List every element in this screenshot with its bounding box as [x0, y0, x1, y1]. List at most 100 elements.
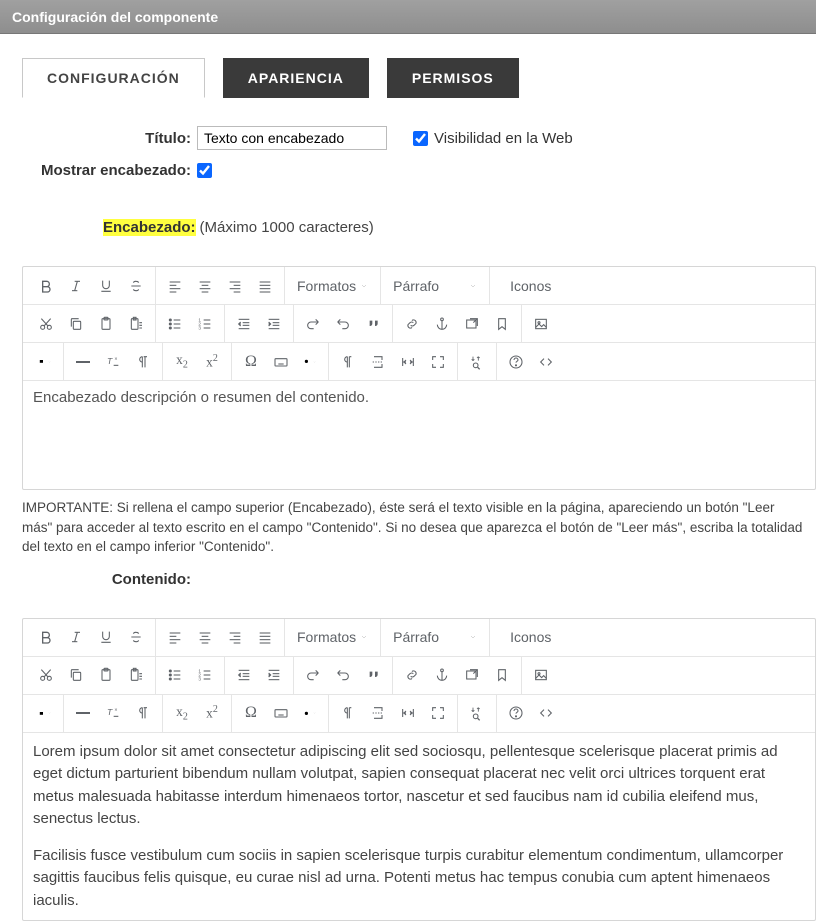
italic-icon[interactable]: [61, 622, 91, 652]
image-icon[interactable]: [526, 660, 556, 690]
special-char-icon[interactable]: Ω: [236, 698, 266, 728]
help-icon[interactable]: [501, 347, 531, 377]
ul-icon[interactable]: [160, 660, 190, 690]
redo-icon[interactable]: [298, 660, 328, 690]
blockquote-icon[interactable]: [358, 309, 388, 339]
svg-text:T: T: [107, 707, 113, 717]
keyboard-icon[interactable]: [266, 347, 296, 377]
bold-icon[interactable]: [31, 271, 61, 301]
formats-dropdown[interactable]: Formatos: [289, 622, 376, 652]
header-editor-body[interactable]: Encabezado descripción o resumen del con…: [23, 381, 815, 489]
outdent-icon[interactable]: [229, 309, 259, 339]
paste-text-icon[interactable]: [121, 309, 151, 339]
paste-icon[interactable]: [91, 660, 121, 690]
icons-dropdown[interactable]: Iconos: [494, 271, 559, 301]
fullscreen-icon[interactable]: [423, 347, 453, 377]
anchor-icon[interactable]: [427, 660, 457, 690]
cut-icon[interactable]: [31, 660, 61, 690]
tab-apariencia[interactable]: APARIENCIA: [223, 58, 369, 98]
ruler-icon[interactable]: [393, 698, 423, 728]
indent-icon[interactable]: [259, 660, 289, 690]
align-justify-icon[interactable]: [250, 271, 280, 301]
formats-dropdown[interactable]: Formatos: [289, 271, 376, 301]
outdent-icon[interactable]: [229, 660, 259, 690]
special-char-icon[interactable]: Ω: [236, 347, 266, 377]
align-justify-icon[interactable]: [250, 622, 280, 652]
align-left-icon[interactable]: [160, 271, 190, 301]
ol-icon[interactable]: 123: [190, 660, 220, 690]
svg-text:×: ×: [114, 356, 117, 362]
italic-icon[interactable]: [61, 271, 91, 301]
pagebreak-icon[interactable]: [363, 698, 393, 728]
align-left-icon[interactable]: [160, 622, 190, 652]
paragraph-dropdown[interactable]: Párrafo: [385, 622, 485, 652]
ul-icon[interactable]: [160, 309, 190, 339]
tabs-bar: CONFIGURACIÓN APARIENCIA PERMISOS: [22, 58, 816, 98]
align-center-icon[interactable]: [190, 622, 220, 652]
strike-icon[interactable]: [121, 271, 151, 301]
link-icon[interactable]: [397, 660, 427, 690]
bookmark-icon[interactable]: [487, 660, 517, 690]
show-header-checkbox[interactable]: [197, 163, 212, 178]
code-icon[interactable]: [531, 347, 561, 377]
find-replace-icon[interactable]: [462, 698, 492, 728]
strike-icon[interactable]: [121, 622, 151, 652]
hr-icon[interactable]: [68, 698, 98, 728]
paste-icon[interactable]: [91, 309, 121, 339]
subscript-icon[interactable]: x2: [167, 698, 197, 728]
superscript-icon[interactable]: x2: [197, 698, 227, 728]
paste-text-icon[interactable]: [121, 660, 151, 690]
blockquote-icon[interactable]: [358, 660, 388, 690]
help-text: IMPORTANTE: Si rellena el campo superior…: [22, 498, 816, 557]
fullscreen-icon[interactable]: [423, 698, 453, 728]
tab-permisos[interactable]: PERMISOS: [387, 58, 519, 98]
ltr-icon[interactable]: [333, 698, 363, 728]
copy-icon[interactable]: [61, 309, 91, 339]
help-icon[interactable]: [501, 698, 531, 728]
icons-dropdown[interactable]: Iconos: [494, 622, 559, 652]
popup-icon[interactable]: [457, 660, 487, 690]
undo-icon[interactable]: [328, 660, 358, 690]
table-icon[interactable]: [31, 698, 59, 728]
ol-icon[interactable]: 123: [190, 309, 220, 339]
align-right-icon[interactable]: [220, 271, 250, 301]
image-icon[interactable]: [526, 309, 556, 339]
datetime-icon[interactable]: [296, 698, 324, 728]
paragraph-icon[interactable]: [128, 698, 158, 728]
content-editor-body[interactable]: Lorem ipsum dolor sit amet consectetur a…: [23, 733, 815, 921]
bookmark-icon[interactable]: [487, 309, 517, 339]
find-replace-icon[interactable]: [462, 347, 492, 377]
pagebreak-icon[interactable]: [363, 347, 393, 377]
underline-icon[interactable]: [91, 622, 121, 652]
copy-icon[interactable]: [61, 660, 91, 690]
redo-icon[interactable]: [298, 309, 328, 339]
indent-icon[interactable]: [259, 309, 289, 339]
svg-text:T: T: [107, 356, 113, 366]
code-icon[interactable]: [531, 698, 561, 728]
paragraph-icon[interactable]: [128, 347, 158, 377]
tab-configuracion[interactable]: CONFIGURACIÓN: [22, 58, 205, 98]
anchor-icon[interactable]: [427, 309, 457, 339]
clear-format-icon[interactable]: T×: [98, 698, 128, 728]
title-input[interactable]: [197, 126, 387, 150]
popup-icon[interactable]: [457, 309, 487, 339]
subscript-icon[interactable]: x2: [167, 347, 197, 377]
keyboard-icon[interactable]: [266, 698, 296, 728]
hr-icon[interactable]: [68, 347, 98, 377]
datetime-icon[interactable]: [296, 347, 324, 377]
clear-format-icon[interactable]: T×: [98, 347, 128, 377]
align-center-icon[interactable]: [190, 271, 220, 301]
underline-icon[interactable]: [91, 271, 121, 301]
ruler-icon[interactable]: [393, 347, 423, 377]
link-icon[interactable]: [397, 309, 427, 339]
bold-icon[interactable]: [31, 622, 61, 652]
cut-icon[interactable]: [31, 309, 61, 339]
ltr-icon[interactable]: [333, 347, 363, 377]
show-header-label: Mostrar encabezado:: [22, 162, 197, 179]
align-right-icon[interactable]: [220, 622, 250, 652]
superscript-icon[interactable]: x2: [197, 347, 227, 377]
paragraph-dropdown[interactable]: Párrafo: [385, 271, 485, 301]
table-icon[interactable]: [31, 347, 59, 377]
visibility-checkbox[interactable]: [413, 131, 428, 146]
undo-icon[interactable]: [328, 309, 358, 339]
